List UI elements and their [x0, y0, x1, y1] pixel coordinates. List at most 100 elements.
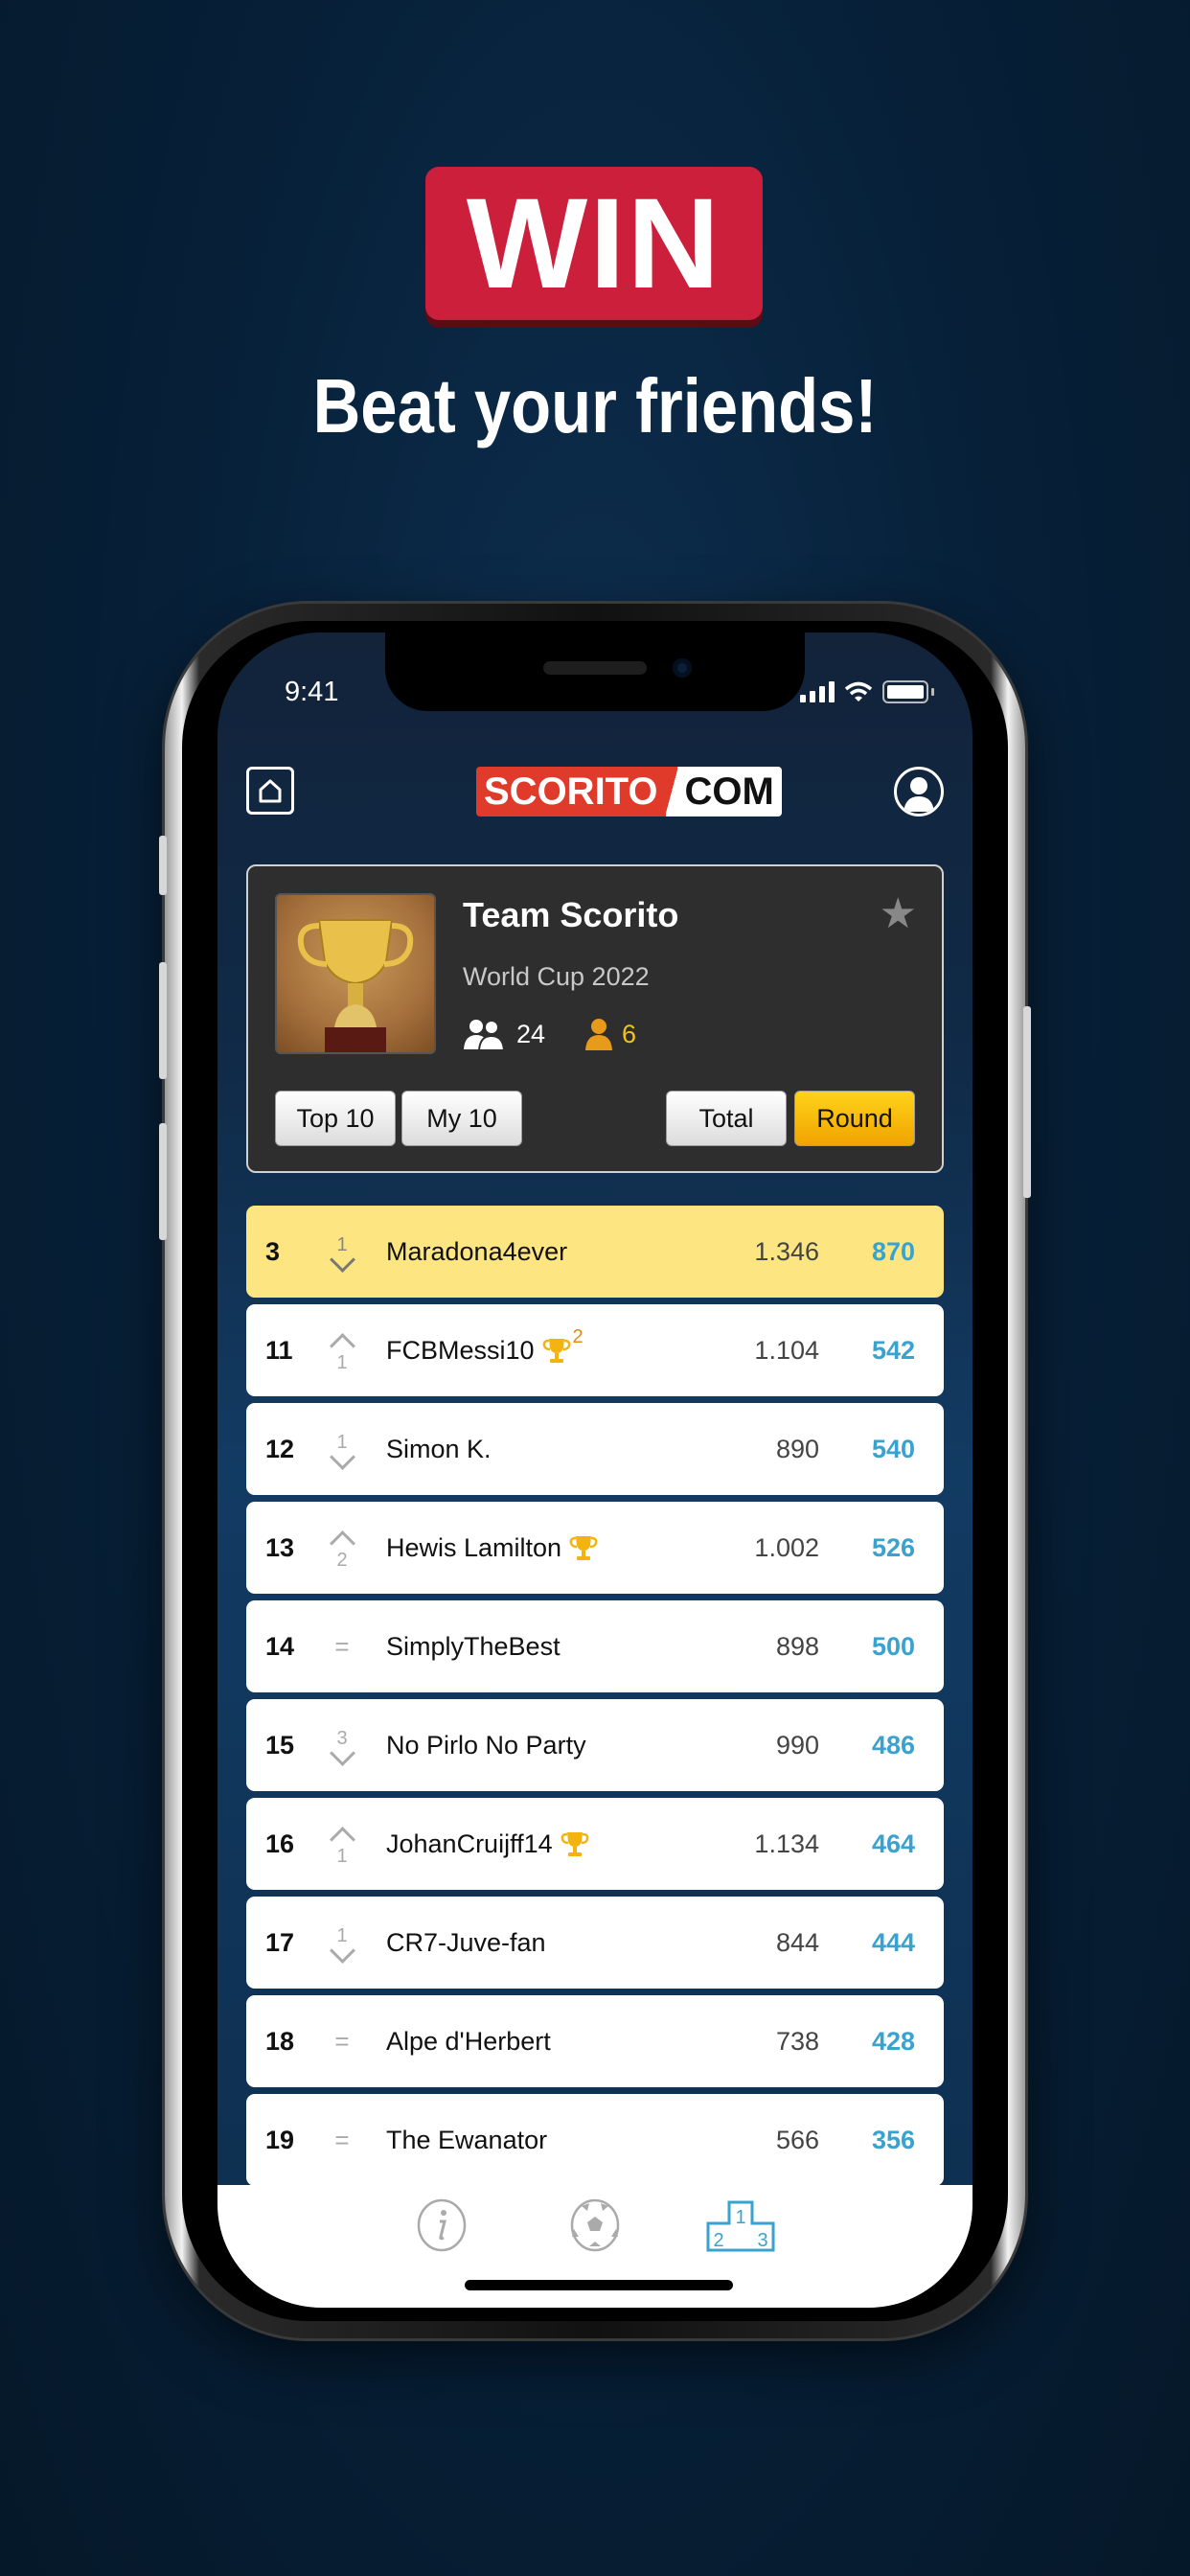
rank-change: = — [323, 1613, 361, 1680]
home-button[interactable] — [246, 767, 294, 815]
player-name: JohanCruijff14 — [386, 1829, 589, 1859]
top10-button[interactable]: Top 10 — [275, 1091, 396, 1146]
arrow-up-icon — [329, 1826, 355, 1852]
round-toggle[interactable]: Round — [794, 1091, 915, 1146]
arrow-down-icon — [329, 1739, 355, 1766]
round-points: 444 — [871, 1927, 915, 1957]
player-name: Alpe d'Herbert — [386, 2027, 551, 2057]
round-points: 500 — [871, 1631, 915, 1661]
player-name: Hewis Lamilton — [386, 1533, 598, 1563]
player-name: No Pirlo No Party — [386, 1731, 586, 1760]
my-count-value: 6 — [622, 1019, 637, 1048]
ranking-row[interactable]: 19 = The Ewanator 566 356 — [246, 2094, 944, 2186]
ranking-row[interactable]: 18 = Alpe d'Herbert 738 428 — [246, 1995, 944, 2087]
svg-text:1: 1 — [735, 2207, 745, 2228]
trophy-icon — [569, 1536, 598, 1560]
svg-text:3: 3 — [757, 2230, 767, 2251]
home-icon — [259, 779, 282, 803]
ranking-row[interactable]: 11 1 FCBMessi10 2 1.104 542 — [246, 1304, 944, 1396]
side-button — [1023, 1006, 1031, 1198]
group-icon — [464, 1020, 506, 1050]
home-indicator[interactable] — [465, 2280, 733, 2290]
arrow-down-icon — [329, 1443, 355, 1470]
rank: 18 — [265, 2026, 295, 2056]
total-points: 1.104 — [754, 1335, 819, 1365]
total-points: 1.346 — [754, 1236, 819, 1266]
tab-rankings[interactable]: 1 2 3 — [706, 2198, 775, 2252]
rank: 16 — [265, 1828, 295, 1858]
ranking-row-self[interactable]: 3 1 Maradona4ever 1.346 870 — [246, 1206, 944, 1298]
side-button — [159, 1123, 167, 1240]
round-points: 540 — [871, 1434, 915, 1463]
arrow-down-icon — [329, 1246, 355, 1273]
svg-text:2: 2 — [713, 2230, 723, 2251]
player-name: SimplyTheBest — [386, 1632, 561, 1662]
round-points: 464 — [871, 1828, 915, 1858]
rank: 12 — [265, 1434, 295, 1463]
camera — [673, 658, 692, 678]
round-points: 486 — [871, 1730, 915, 1760]
rank-change: = — [323, 2008, 361, 2075]
wifi-icon — [844, 681, 873, 702]
ranking-row[interactable]: 15 3 No Pirlo No Party 990 486 — [246, 1699, 944, 1791]
rank-change: 1 — [323, 1909, 361, 1976]
rank: 15 — [265, 1730, 295, 1760]
round-points: 428 — [871, 2026, 915, 2056]
my10-button[interactable]: My 10 — [401, 1091, 522, 1146]
notch — [385, 632, 805, 711]
rank-change: 2 — [323, 1514, 361, 1581]
ranking-row[interactable]: 12 1 Simon K. 890 540 — [246, 1403, 944, 1495]
tab-matches[interactable] — [568, 2198, 622, 2252]
player-name: FCBMessi10 2 — [386, 1326, 584, 1366]
ranking-row[interactable]: 13 2 Hewis Lamilton 1.002 526 — [246, 1502, 944, 1594]
total-points: 990 — [775, 1730, 819, 1760]
speaker — [543, 661, 647, 675]
profile-button[interactable] — [894, 767, 944, 816]
trophy-badge: 2 — [542, 1326, 584, 1365]
tab-info[interactable] — [415, 2198, 469, 2252]
logo-slash — [665, 767, 677, 816]
rank-change: 1 — [323, 1218, 361, 1285]
ranking-row[interactable]: 16 1 JohanCruijff14 1.134 464 — [246, 1798, 944, 1890]
team-name: Team Scorito — [463, 895, 679, 934]
person-icon — [585, 1019, 612, 1050]
arrow-down-icon — [329, 1937, 355, 1964]
info-icon — [417, 2198, 467, 2252]
status-time: 9:41 — [285, 677, 339, 707]
equal-icon: = — [334, 1632, 350, 1661]
trophy-icon — [542, 1339, 570, 1363]
total-toggle[interactable]: Total — [666, 1091, 787, 1146]
promo-headline: Beat your friends! — [312, 363, 878, 448]
arrow-up-icon — [329, 1332, 355, 1359]
arrow-up-icon — [329, 1530, 355, 1556]
rank: 13 — [265, 1532, 295, 1562]
player-name-text: SimplyTheBest — [386, 1631, 561, 1661]
logo-left: SCORITO — [476, 767, 666, 816]
player-name: Maradona4ever — [386, 1237, 567, 1267]
ranking-row[interactable]: 17 1 CR7-Juve-fan 844 444 — [246, 1897, 944, 1989]
equal-icon: = — [334, 2126, 350, 2154]
player-name: Simon K. — [386, 1435, 492, 1464]
total-points: 738 — [775, 2026, 819, 2056]
my-count: 6 — [585, 1018, 636, 1050]
app-header: SCORITO COM — [217, 767, 973, 834]
trophy-badge — [561, 1829, 589, 1858]
player-name: CR7-Juve-fan — [386, 1928, 546, 1958]
rank: 11 — [265, 1335, 293, 1365]
team-trophy-image — [275, 893, 436, 1054]
star-icon[interactable]: ★ — [880, 893, 917, 935]
player-name: The Ewanator — [386, 2126, 547, 2155]
total-points: 844 — [775, 1927, 819, 1957]
trophy-badge — [569, 1533, 598, 1562]
trophy-count: 2 — [572, 1326, 584, 1347]
rank: 3 — [265, 1236, 281, 1266]
round-points: 542 — [871, 1335, 915, 1365]
ranking-row[interactable]: 14 = SimplyTheBest 898 500 — [246, 1600, 944, 1692]
equal-icon: = — [334, 2027, 350, 2056]
side-button — [159, 836, 167, 895]
promo-badge: WIN — [425, 167, 763, 320]
total-points: 1.002 — [754, 1532, 819, 1562]
logo-right: COM — [676, 767, 782, 816]
rank: 17 — [265, 1927, 295, 1957]
soccer-ball-icon — [570, 2198, 620, 2252]
